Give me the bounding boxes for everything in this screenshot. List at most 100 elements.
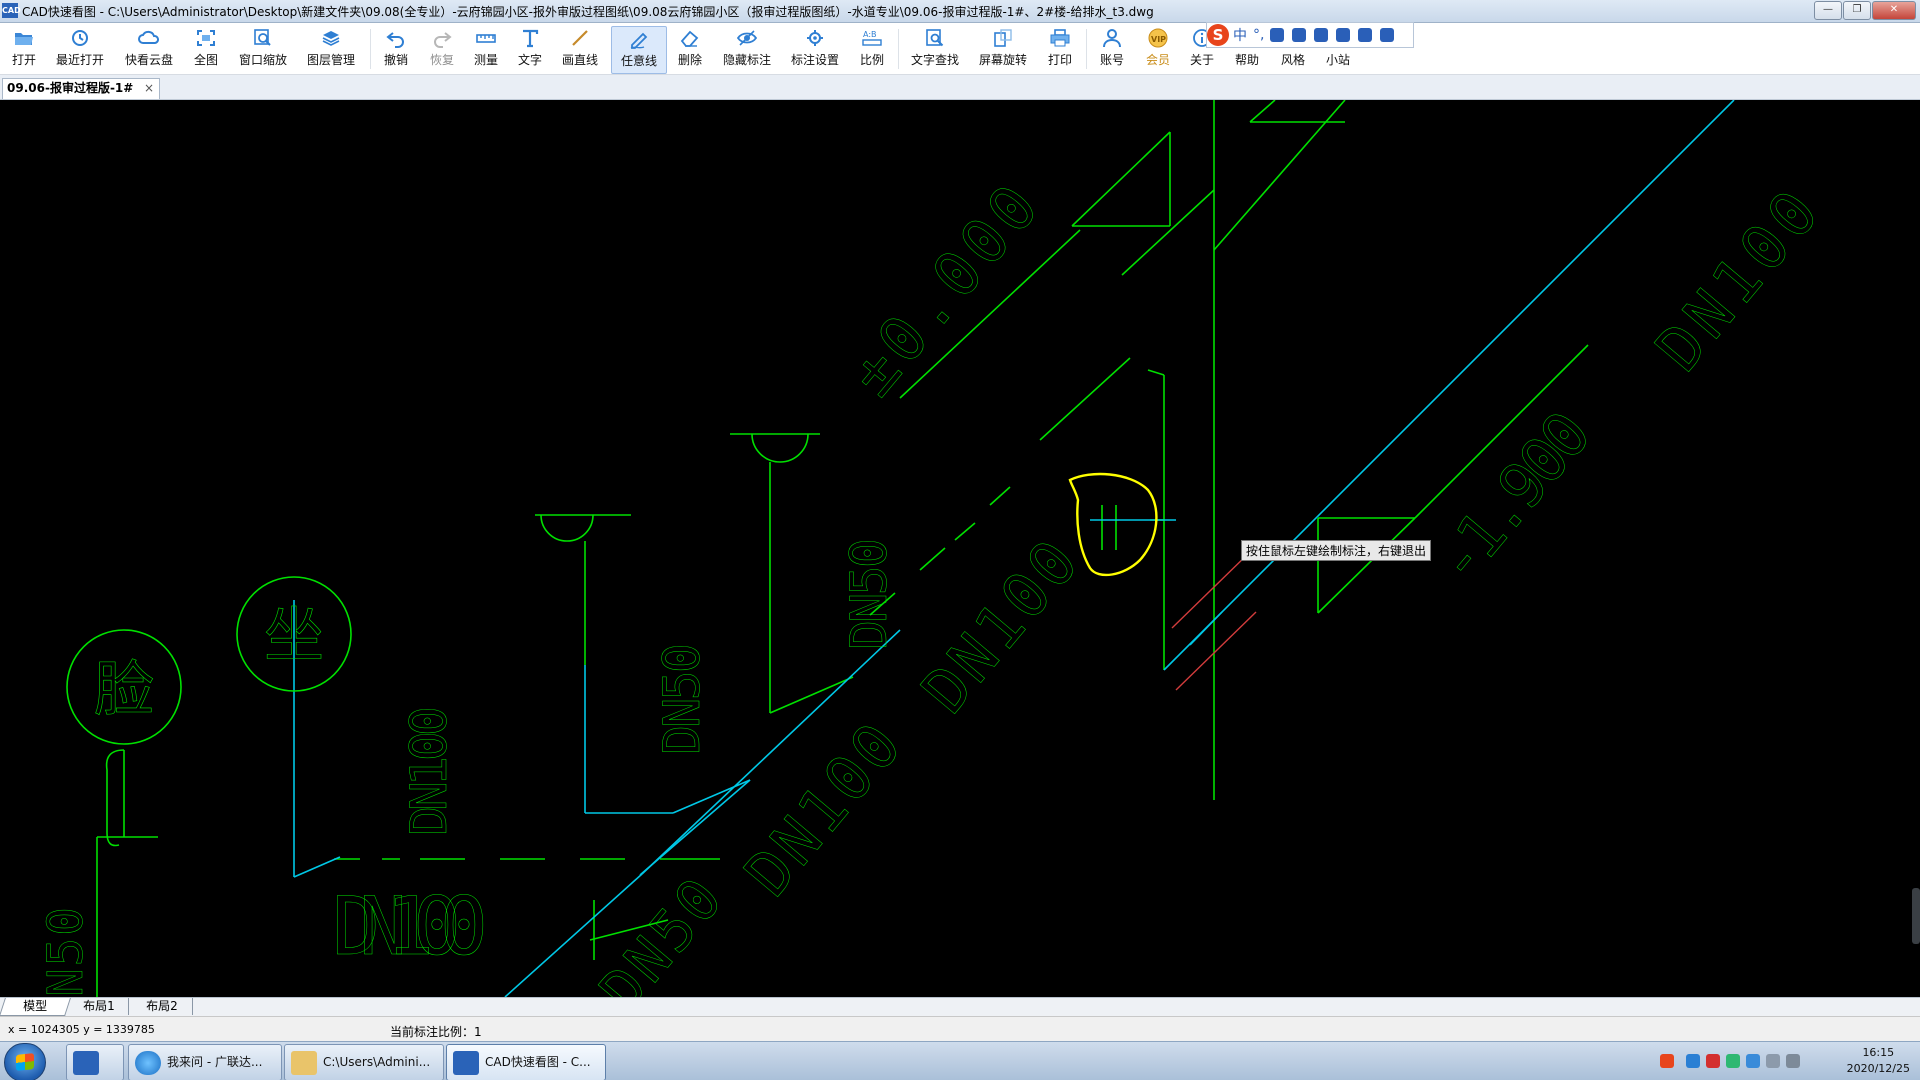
recent-icon: [72, 30, 88, 46]
draw-line-button[interactable]: 画直线: [556, 26, 604, 72]
yellow-freehand-markup: [1068, 472, 1158, 577]
taskbar-item-cad[interactable]: CAD快速看图 - C...: [446, 1044, 606, 1080]
vip-icon: VIP: [1148, 28, 1168, 48]
pipe-size-label-dn50-left: N50: [38, 907, 94, 997]
clock-date: 2020/12/25: [1846, 1062, 1910, 1075]
hide-annotation-button[interactable]: 隐藏标注: [718, 26, 776, 72]
taskbar-item-ie[interactable]: 我来问 - 广联达...: [128, 1044, 282, 1080]
emoji-icon[interactable]: [1270, 28, 1285, 42]
print-icon: [1050, 29, 1070, 47]
recent-open-button[interactable]: 最近打开: [52, 26, 108, 72]
toolbar-separator: [370, 29, 371, 69]
maximize-button[interactable]: ❐: [1843, 1, 1871, 20]
cloud-icon: [138, 30, 159, 44]
account-icon: [1103, 29, 1121, 48]
layers-icon: [322, 31, 340, 46]
main-toolbar: 打开 最近打开 快看云盘 全图 窗口缩放 图层管理 撤销 恢复 测量 文字 画直…: [0, 23, 1920, 75]
display-tray-icon[interactable]: [1786, 1054, 1800, 1068]
canvas-side-handle[interactable]: [1912, 888, 1920, 944]
pipe-size-label-dn50-upper: DN50: [840, 538, 898, 650]
window-zoom-icon: [254, 29, 271, 46]
drawing-canvas[interactable]: ±0.000 -1.900 DN100 DN100 DN100 DN100 DN…: [0, 100, 1920, 997]
start-button[interactable]: [4, 1043, 46, 1080]
wechat-tray-icon[interactable]: [1726, 1054, 1740, 1068]
sogou-tray-icon[interactable]: [1660, 1054, 1674, 1068]
grid-menu-icon[interactable]: [1380, 28, 1395, 42]
undo-icon: [386, 32, 404, 48]
document-tab[interactable]: 09.06-报审过程版-1# ×: [2, 78, 160, 99]
layer-manager-button[interactable]: 图层管理: [302, 26, 360, 72]
minimize-button[interactable]: —: [1814, 1, 1842, 20]
text-button[interactable]: 文字: [512, 26, 548, 72]
status-bar: x = 1024305 y = 1339785 当前标注比例：1: [0, 1016, 1920, 1042]
drawing-tooltip: 按住鼠标左键绘制标注，右键退出: [1241, 540, 1432, 561]
toolbar-separator: [898, 29, 899, 69]
account-button[interactable]: 账号: [1094, 26, 1130, 72]
annotation-settings-button[interactable]: 标注设置: [786, 26, 844, 72]
pipe-size-label-dn100-horizontal: DN100: [332, 880, 488, 973]
network-tray-icon[interactable]: [1686, 1054, 1700, 1068]
text-search-icon: [926, 29, 944, 47]
drawing-labels: ±0.000 -1.900 DN100 DN100 DN100 DN100 DN…: [38, 171, 1833, 997]
keyboard-icon[interactable]: [1314, 28, 1329, 42]
redo-icon: [434, 32, 452, 48]
layout-tabs: 模型 布局1 布局2: [0, 997, 1920, 1016]
undo-button[interactable]: 撤销: [378, 26, 414, 72]
document-tab-label: 09.06-报审过程版-1#: [7, 81, 134, 95]
close-button[interactable]: ✕: [1872, 1, 1916, 20]
rotate-screen-button[interactable]: 屏幕旋转: [974, 26, 1032, 72]
tab-model[interactable]: 模型: [0, 998, 71, 1016]
window-zoom-button[interactable]: 窗口缩放: [234, 26, 292, 72]
scale-button[interactable]: A:B 比例: [854, 26, 890, 72]
toolbar-separator: [1086, 29, 1087, 69]
document-tab-strip: 09.06-报审过程版-1# ×: [0, 75, 1920, 100]
fit-all-icon: [197, 30, 215, 46]
system-tray: 16:15 2020/12/25: [1660, 1042, 1920, 1080]
taskbar-item-explorer[interactable]: C:\Users\Admini...: [284, 1044, 444, 1080]
elevation-label-top: ±0.000: [836, 171, 1053, 409]
annotation-settings-icon: [807, 30, 823, 46]
pipe-size-label-dn50-bottom: DN50: [587, 865, 736, 997]
fit-all-button[interactable]: 全图: [188, 26, 224, 72]
vip-button[interactable]: VIP 会员: [1140, 26, 1176, 72]
explorer-folder-icon: [291, 1050, 317, 1075]
delete-button[interactable]: 删除: [672, 26, 708, 72]
pipe-size-label-dn100-lower: DN100: [731, 710, 915, 910]
cloud-drive-button[interactable]: 快看云盘: [120, 26, 178, 72]
taskbar-pinned-cad[interactable]: [66, 1044, 124, 1080]
sogou-logo-icon: S: [1207, 24, 1229, 46]
shield-tray-icon[interactable]: [1746, 1054, 1760, 1068]
ime-toolbar[interactable]: S 中 °,: [1206, 22, 1414, 48]
open-button[interactable]: 打开: [4, 26, 44, 72]
ime-punct[interactable]: °,: [1253, 27, 1264, 43]
user-icon[interactable]: [1336, 28, 1351, 42]
fixture-label-toilet: 坐: [264, 601, 324, 671]
cad-pinned-icon: [73, 1050, 99, 1075]
volume-tray-icon[interactable]: [1766, 1054, 1780, 1068]
windows-logo-icon: [16, 1053, 34, 1071]
text-icon: [523, 29, 539, 48]
tab-close-icon[interactable]: ×: [144, 79, 154, 98]
ie-icon: [135, 1050, 161, 1075]
measure-icon: [476, 34, 496, 43]
print-button[interactable]: 打印: [1042, 26, 1078, 72]
microphone-icon[interactable]: [1292, 28, 1307, 42]
measure-button[interactable]: 测量: [468, 26, 504, 72]
elevation-label-bottom: -1.900: [1421, 398, 1605, 598]
svg-text:VIP: VIP: [1151, 35, 1166, 44]
tab-layout-1[interactable]: 布局1: [70, 998, 129, 1015]
taskbar-clock[interactable]: 16:15 2020/12/25: [1847, 1045, 1910, 1077]
freehand-line-button[interactable]: 任意线: [611, 26, 667, 74]
skin-icon[interactable]: [1358, 28, 1373, 42]
tab-layout-2[interactable]: 布局2: [132, 998, 193, 1015]
windows-taskbar: 我来问 - 广联达... C:\Users\Admini... CAD快速看图 …: [0, 1041, 1920, 1080]
window-controls: — ❐ ✕: [1813, 1, 1916, 20]
text-search-button[interactable]: 文字查找: [906, 26, 964, 72]
security-tray-icon[interactable]: [1706, 1054, 1720, 1068]
annotation-scale-status: 当前标注比例：1: [390, 1025, 482, 1039]
rotate-screen-icon: [994, 29, 1012, 47]
redo-button[interactable]: 恢复: [424, 26, 460, 72]
title-bar: CAD CAD快速看图 - C:\Users\Administrator\Des…: [0, 0, 1920, 23]
ime-mode[interactable]: 中: [1233, 25, 1247, 45]
eye-hide-icon: [736, 30, 758, 46]
